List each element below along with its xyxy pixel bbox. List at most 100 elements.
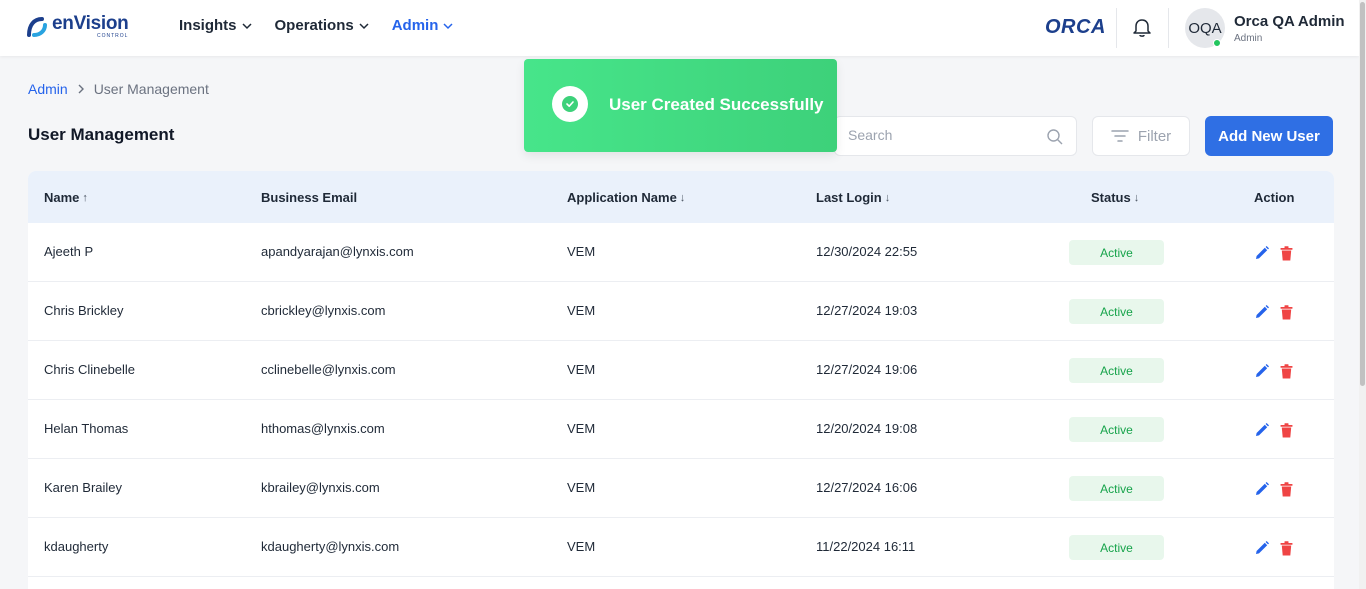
brand-sub: CONTROL [97,33,129,39]
online-status-dot [1213,39,1221,47]
col-header-application[interactable]: Application Name ↓ [567,190,685,205]
page-scrollbar[interactable] [1359,0,1366,589]
cell-email: apandyarajan@lynxis.com [261,244,414,259]
success-toast: User Created Successfully [524,59,837,152]
divider [1168,8,1169,48]
pencil-icon[interactable] [1254,481,1270,497]
breadcrumb-current: User Management [93,81,209,97]
search-input[interactable] [848,127,1038,143]
sort-desc-icon: ↓ [1133,191,1140,204]
filter-button[interactable]: Filter [1092,116,1190,156]
sort-asc-icon: ↑ [82,191,88,204]
cell-name: Karen Brailey [44,480,123,495]
filter-icon [1111,130,1129,142]
sort-desc-icon: ↓ [884,191,891,204]
trash-icon[interactable] [1280,246,1293,261]
table-row[interactable]: Karen Brailey kbrailey@lynxis.com VEM 12/27… [28,459,1334,518]
cell-application: VEM [567,244,596,259]
divider [1116,8,1117,48]
add-new-user-button[interactable]: Add New User [1205,116,1333,156]
page-title: User Management [28,125,175,144]
toast-message: User Created Successfully [609,95,824,114]
cell-application: VEM [567,303,596,318]
table-row[interactable]: kdaugherty kdaugherty@lynxis.com VEM 11/22/… [28,518,1334,577]
table-row[interactable]: Helan Thomas hthomas@lynxis.com VEM 12/20/2… [28,400,1334,459]
cell-application: VEM [567,539,596,554]
nav-insights-label: Insights [179,17,237,34]
col-header-label: Status [1091,190,1131,205]
cell-application: VEM [567,421,596,436]
status-badge: Active [1069,240,1164,265]
pencil-icon[interactable] [1254,363,1270,379]
search-box [834,116,1077,156]
user-name[interactable]: Orca QA Admin [1234,13,1345,30]
table-row[interactable]: Chris Brickley cbrickley@lynxis.com VEM 12/… [28,282,1334,341]
chevron-down-icon [241,22,252,29]
nav-admin[interactable]: Admin [392,17,455,34]
search-icon[interactable] [1046,128,1064,146]
main-nav: Insights Operations Admin [179,17,454,34]
breadcrumb-admin-link[interactable]: Admin [28,81,68,97]
pencil-icon[interactable] [1254,422,1270,438]
pencil-icon[interactable] [1254,245,1270,261]
pencil-icon[interactable] [1254,304,1270,320]
nav-operations[interactable]: Operations [275,17,370,34]
col-header-label: Business Email [261,190,358,205]
cell-last-login: 11/22/2024 16:11 [816,539,916,554]
col-header-action: Action [1254,190,1294,205]
cell-email: hthomas@lynxis.com [261,421,385,436]
cell-name: Helan Thomas [44,421,129,436]
table-row[interactable]: Ajeeth P apandyarajan@lynxis.com VEM 12/30/… [28,223,1334,282]
chevron-right-icon [78,84,84,94]
filter-label: Filter [1137,127,1172,145]
col-header-label: Action [1254,190,1295,205]
trash-icon[interactable] [1280,305,1293,320]
breadcrumb: Admin User Management [28,81,209,97]
trash-icon[interactable] [1280,364,1293,379]
bell-icon[interactable] [1131,17,1153,39]
status-badge: Active [1069,299,1164,324]
cell-last-login: 12/27/2024 19:06 [816,362,918,377]
status-badge: Active [1069,476,1164,501]
col-header-label: Name [44,190,80,205]
brand-name: enVision [52,13,129,34]
table-header: Name ↑ Business Email Application Name ↓… [28,171,1334,223]
col-header-last-login[interactable]: Last Login ↓ [816,190,890,205]
nav-operations-label: Operations [274,17,354,34]
status-badge: Active [1069,535,1164,560]
cell-last-login: 12/20/2024 19:08 [816,421,918,436]
chevron-down-icon [443,22,453,29]
check-circle-icon [552,86,588,122]
chevron-down-icon [359,22,369,29]
trash-icon[interactable] [1280,482,1293,497]
user-role: Admin [1234,33,1263,44]
cell-application: VEM [567,362,596,377]
cell-last-login: 12/27/2024 19:03 [816,303,918,318]
cell-name: Chris Brickley [44,303,124,318]
status-badge: Active [1069,358,1164,383]
cell-last-login: 12/27/2024 16:06 [816,480,918,495]
table-row[interactable]: Chris Clinebelle cclinebelle@lynxis.com VE… [28,341,1334,400]
col-header-email: Business Email [261,190,357,205]
users-table: Name ↑ Business Email Application Name ↓… [28,171,1334,589]
col-header-status[interactable]: Status ↓ [1091,190,1139,205]
trash-icon[interactable] [1280,423,1293,438]
col-header-label: Application Name [567,190,677,205]
cell-name: Chris Clinebelle [44,362,136,377]
status-badge: Active [1069,417,1164,442]
cell-email: cclinebelle@lynxis.com [261,362,396,377]
top-navbar: enVision CONTROL Insights Operations Adm… [0,0,1359,56]
nav-insights[interactable]: Insights [179,17,253,34]
cell-application: VEM [567,480,596,495]
cell-email: cbrickley@lynxis.com [261,303,386,318]
envision-logo[interactable]: enVision CONTROL [26,13,129,39]
scrollbar-thumb[interactable] [1360,2,1365,386]
col-header-label: Last Login [816,190,882,205]
cell-name: kdaugherty [44,539,109,554]
col-header-name[interactable]: Name ↑ [44,190,88,205]
cell-last-login: 12/30/2024 22:55 [816,244,918,259]
cell-name: Ajeeth P [44,244,94,259]
envision-logo-icon [27,16,47,37]
trash-icon[interactable] [1280,541,1293,556]
pencil-icon[interactable] [1254,540,1270,556]
